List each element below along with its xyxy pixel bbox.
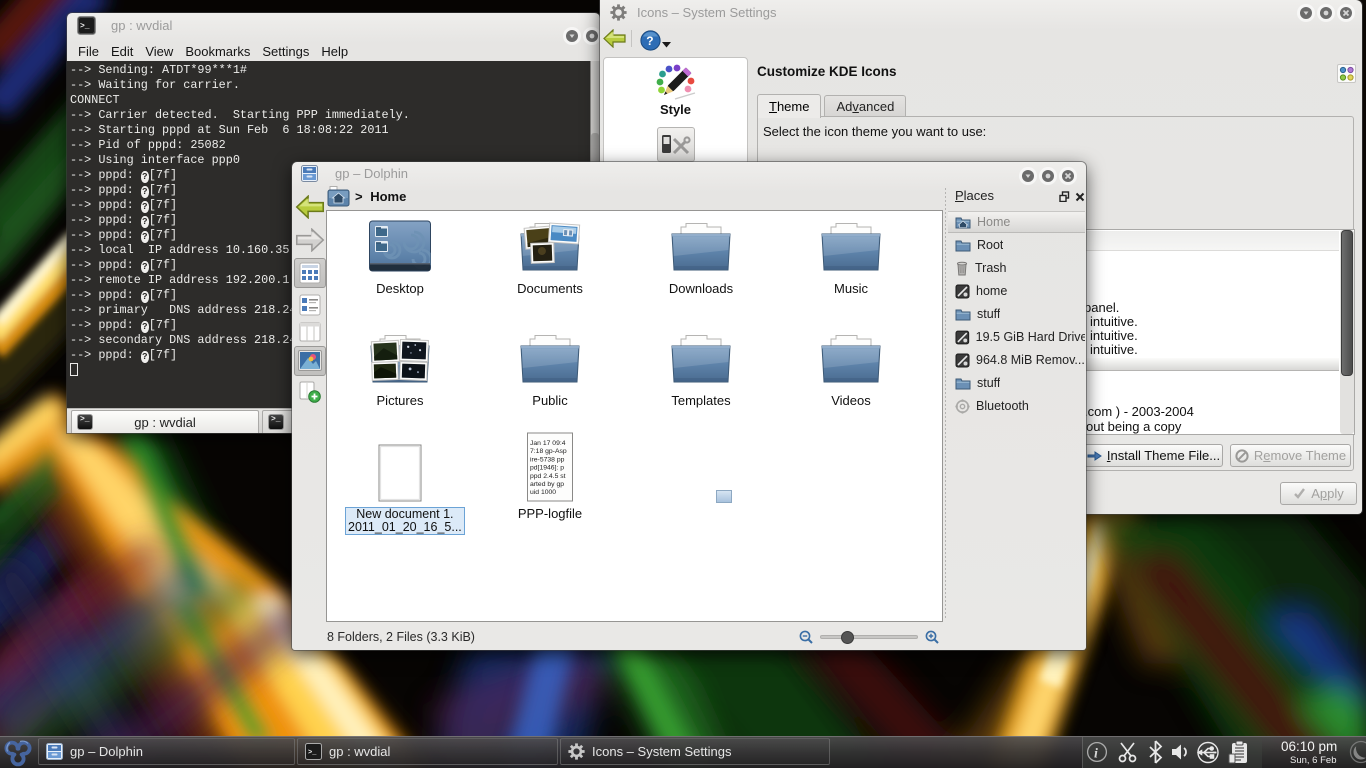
svg-text:ire-5738 pp: ire-5738 pp: [530, 456, 565, 463]
svg-text:arted by gp: arted by gp: [530, 481, 564, 488]
svg-text:ppd 2.4.5 st: ppd 2.4.5 st: [530, 473, 566, 480]
svg-text:>_: >_: [80, 22, 90, 31]
svg-text:Jan 17 09:4: Jan 17 09:4: [530, 440, 566, 447]
svg-text:pd[1946]: p: pd[1946]: p: [530, 465, 564, 472]
svg-text:uid 1000: uid 1000: [530, 489, 556, 496]
svg-text:>_: >_: [308, 749, 317, 757]
svg-text:7:18 gp-Asp: 7:18 gp-Asp: [530, 448, 567, 455]
svg-text:?: ?: [646, 34, 653, 48]
svg-text:i: i: [1094, 747, 1098, 762]
